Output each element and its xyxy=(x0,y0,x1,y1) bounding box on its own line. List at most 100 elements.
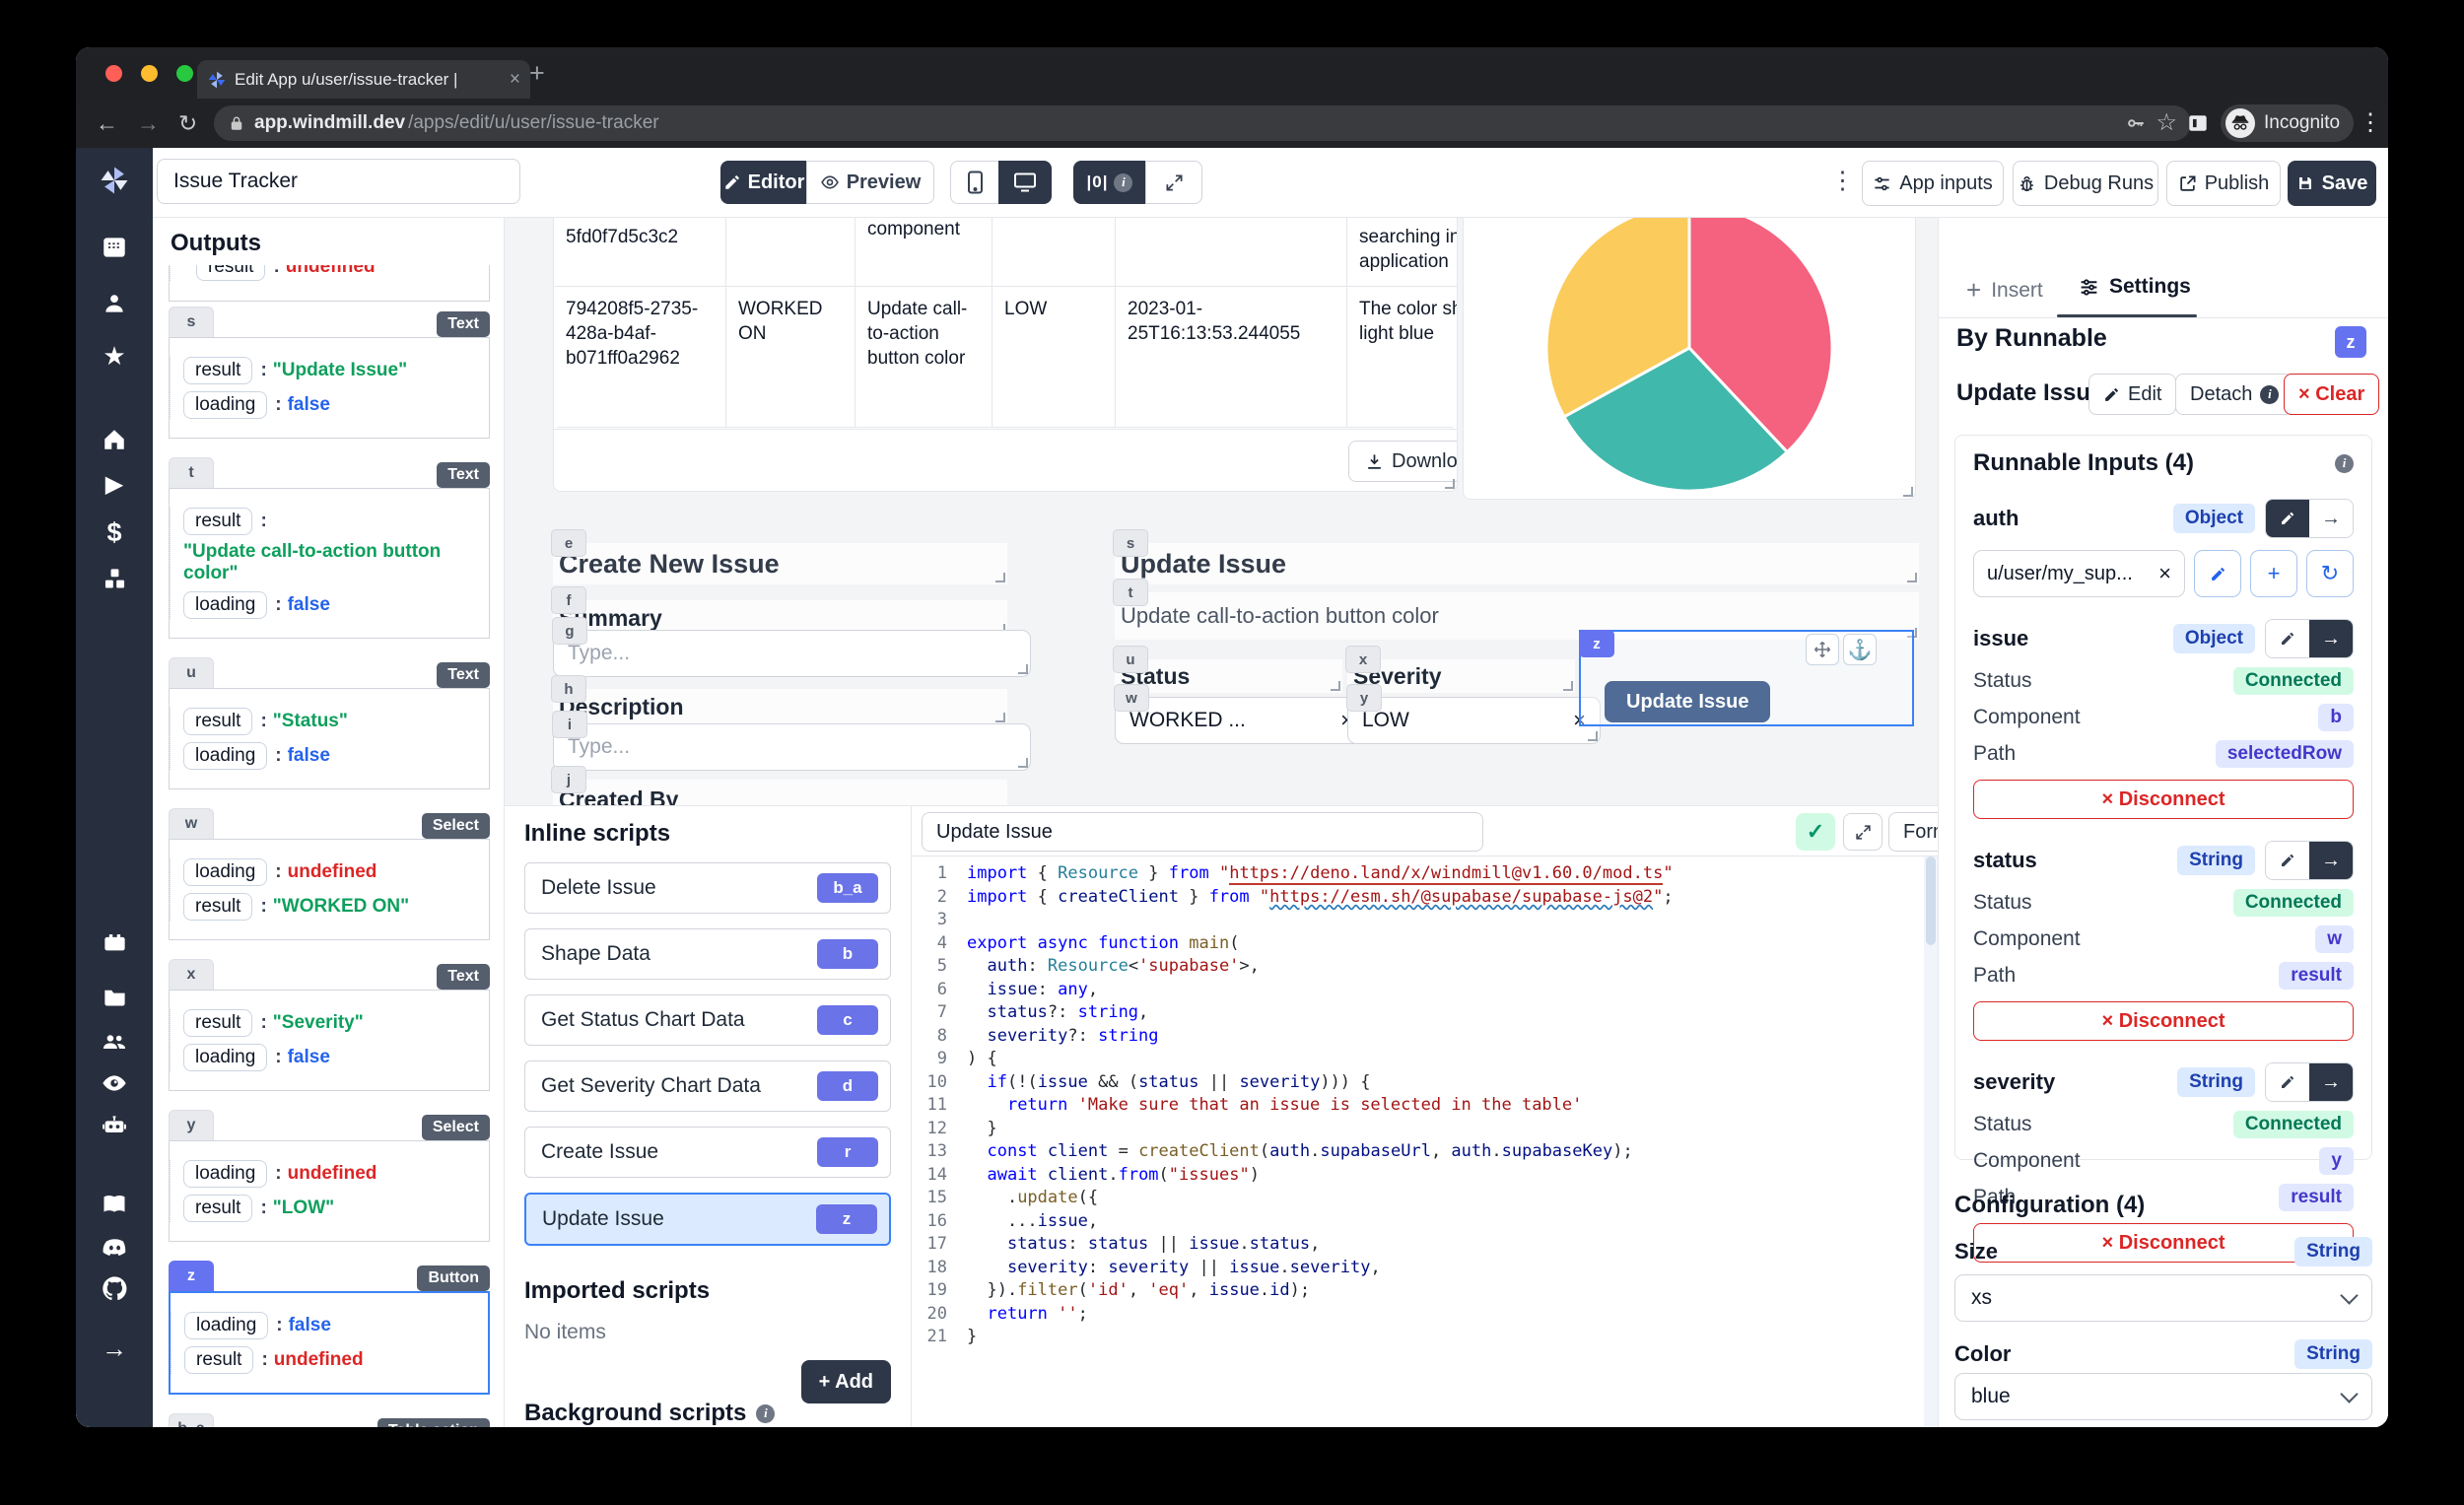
table-row[interactable]: 5fd0f7d5c3c2 component searching in the ap… xyxy=(554,218,1457,287)
table-row[interactable]: 794208f5-2735-428a-b4af-b071ff0a2962 WORK… xyxy=(554,287,1457,428)
inline-script-b_a[interactable]: Delete Issue b_a xyxy=(524,862,891,914)
publish-button[interactable]: Publish xyxy=(2166,161,2281,206)
runs-play-icon[interactable]: ▶ xyxy=(76,473,153,497)
app-name-input[interactable]: Issue Tracker xyxy=(157,159,520,204)
output-toggle-x[interactable]: x xyxy=(169,959,214,990)
add-background-script-button[interactable]: + Add xyxy=(800,1360,891,1403)
clear-resource-icon[interactable]: × xyxy=(2158,561,2171,586)
connect-arrow-icon[interactable]: → xyxy=(2309,620,2353,657)
update-issue-heading[interactable]: s Update Issue xyxy=(1113,529,1919,584)
audit-eye-icon[interactable] xyxy=(76,1069,153,1097)
size-select[interactable]: xs xyxy=(1954,1274,2372,1322)
folders-icon[interactable] xyxy=(76,984,153,1010)
browser-menu-icon[interactable]: ⋮ xyxy=(2359,108,2382,137)
disconnect-button[interactable]: × Disconnect xyxy=(1973,780,2354,819)
side-panel-icon[interactable] xyxy=(2187,112,2209,134)
pie-chart-component[interactable] xyxy=(1463,218,1916,500)
component-tag[interactable]: f xyxy=(551,586,586,614)
reload-icon[interactable]: ↻ xyxy=(178,110,197,137)
apps-grid-icon[interactable] xyxy=(76,235,153,260)
inline-script-c[interactable]: Get Status Chart Data c xyxy=(524,994,891,1046)
app-canvas[interactable]: 5fd0f7d5c3c2 component searching in the ap… xyxy=(505,218,1938,805)
output-toggle-w[interactable]: w xyxy=(169,808,214,839)
maximize-window-button[interactable] xyxy=(176,65,193,82)
inline-script-d[interactable]: Get Severity Chart Data d xyxy=(524,1060,891,1112)
user-icon[interactable] xyxy=(76,291,153,316)
output-toggle-u[interactable]: u xyxy=(169,657,214,688)
component-tag[interactable]: e xyxy=(551,529,586,557)
new-tab-button[interactable]: + xyxy=(529,58,545,89)
move-handle-icon[interactable] xyxy=(1806,634,1839,665)
pencil-icon[interactable] xyxy=(2266,500,2309,537)
edit-runnable-button[interactable]: Edit xyxy=(2088,374,2177,415)
createdby-label[interactable]: j Created By xyxy=(551,766,1007,805)
component-tag[interactable]: j xyxy=(551,766,586,793)
output-toggle-z[interactable]: z xyxy=(169,1261,214,1291)
collapse-arrow-icon[interactable]: → xyxy=(76,1335,153,1361)
home-icon[interactable] xyxy=(76,427,153,452)
component-tag[interactable]: i xyxy=(552,711,587,738)
refresh-resource-icon[interactable]: ↻ xyxy=(2306,550,2354,597)
save-button[interactable]: Save xyxy=(2288,161,2376,206)
update-button-component-selected[interactable]: z ⚓ Update Issue xyxy=(1579,630,1914,726)
forward-icon[interactable]: → xyxy=(137,110,160,137)
tab-close-icon[interactable]: × xyxy=(510,69,520,91)
component-tag[interactable]: y xyxy=(1346,684,1382,712)
component-tag[interactable]: u xyxy=(1113,646,1148,673)
resources-cubes-icon[interactable] xyxy=(76,566,153,592)
severity-select[interactable]: y LOW × xyxy=(1346,684,1601,744)
status-select[interactable]: w WORKED ...× xyxy=(1114,684,1368,744)
address-bar[interactable]: app.windmill.dev/apps/edit/u/user/issue-… xyxy=(214,105,2191,141)
github-icon[interactable] xyxy=(76,1274,153,1303)
windmill-logo-icon[interactable] xyxy=(76,164,153,197)
preview-tab[interactable]: Preview xyxy=(806,161,934,204)
table-component[interactable]: 5fd0f7d5c3c2 component searching in the ap… xyxy=(553,218,1458,492)
component-tag[interactable]: g xyxy=(552,617,587,645)
disconnect-button[interactable]: × Disconnect xyxy=(1973,1001,2354,1041)
color-select[interactable]: blue xyxy=(1954,1373,2372,1420)
groups-users-icon[interactable] xyxy=(76,1028,153,1056)
description-input[interactable]: i Type... xyxy=(552,711,1031,771)
component-tag[interactable]: x xyxy=(1345,646,1381,673)
discord-icon[interactable] xyxy=(76,1233,153,1262)
tab-settings[interactable]: Settings xyxy=(2079,275,2191,299)
summary-input[interactable]: g Type... xyxy=(552,617,1031,677)
add-resource-icon[interactable]: + xyxy=(2250,550,2297,597)
docs-book-icon[interactable] xyxy=(76,1191,153,1218)
anchor-icon[interactable]: ⚓ xyxy=(1843,634,1877,665)
connect-arrow-icon[interactable]: → xyxy=(2309,842,2353,879)
toolbar-menu-icon[interactable]: ⋮ xyxy=(1830,166,1855,195)
usage-dollar-icon[interactable]: $ xyxy=(76,519,153,546)
clear-runnable-button[interactable]: × Clear xyxy=(2284,374,2380,415)
close-window-button[interactable] xyxy=(105,65,122,82)
variables-box-icon[interactable] xyxy=(76,929,153,956)
outputs-toggle-on[interactable]: |0| i xyxy=(1073,161,1146,204)
app-inputs-button[interactable]: App inputs xyxy=(1862,161,2004,206)
editor-scrollbar[interactable] xyxy=(1924,856,1938,1427)
component-tag[interactable]: t xyxy=(1113,579,1148,606)
fullscreen-icon[interactable] xyxy=(1145,161,1202,204)
connect-arrow-icon[interactable]: → xyxy=(2309,500,2353,537)
edit-resource-icon[interactable] xyxy=(2194,550,2241,597)
output-toggle-y[interactable]: y xyxy=(169,1110,214,1140)
inline-script-r[interactable]: Create Issue r xyxy=(524,1127,891,1178)
inline-script-z[interactable]: Update Issue z xyxy=(524,1193,891,1246)
pencil-icon[interactable] xyxy=(2266,1063,2309,1101)
connect-arrow-icon[interactable]: → xyxy=(2309,1063,2353,1101)
minimize-window-button[interactable] xyxy=(141,65,158,82)
browser-tab[interactable]: Edit App u/user/issue-tracker | × xyxy=(197,60,530,99)
workers-robot-icon[interactable] xyxy=(76,1112,153,1139)
component-tag[interactable]: w xyxy=(1114,684,1149,712)
desktop-view-icon[interactable] xyxy=(998,161,1052,204)
debug-runs-button[interactable]: Debug Runs xyxy=(2013,161,2158,206)
expand-editor-icon[interactable] xyxy=(1843,813,1882,851)
code-editor[interactable]: 1 import { Resource } from "https://deno.… xyxy=(912,856,1924,1427)
output-toggle-t[interactable]: t xyxy=(169,457,214,488)
resource-input[interactable]: u/user/my_sup... × xyxy=(1973,550,2185,597)
favorites-star-icon[interactable]: ★ xyxy=(76,343,153,369)
component-tag[interactable]: z xyxy=(1579,630,1614,657)
output-toggle-s[interactable]: s xyxy=(169,307,214,337)
script-name-input[interactable]: Update Issue xyxy=(922,812,1483,852)
update-issue-button[interactable]: Update Issue xyxy=(1605,681,1771,722)
output-toggle-b_a[interactable]: b_a xyxy=(169,1413,214,1427)
